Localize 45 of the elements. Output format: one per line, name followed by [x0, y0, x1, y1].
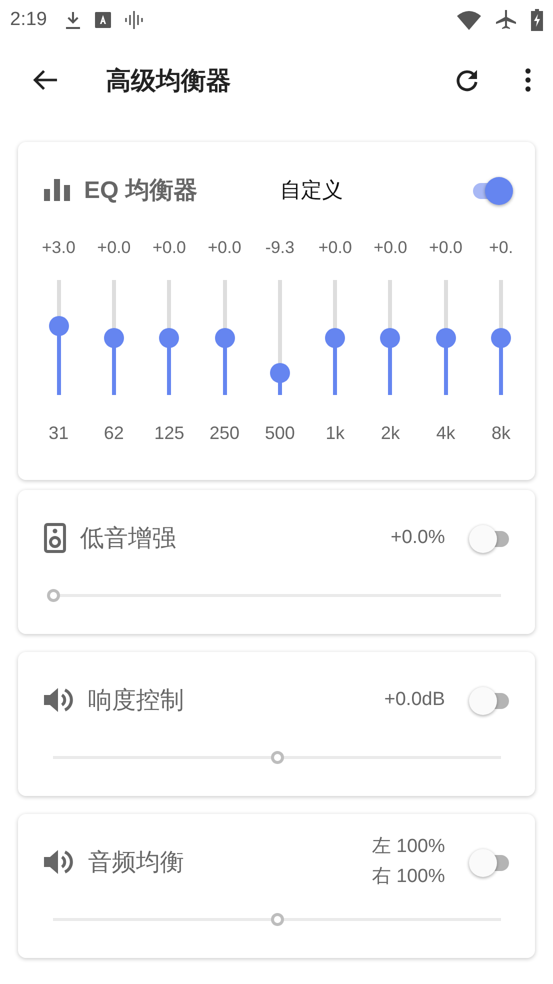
download-icon [64, 11, 81, 29]
wifi-icon [457, 10, 481, 30]
value-label: +0.0% [390, 526, 445, 550]
band-frequency: 1k [326, 423, 345, 444]
card-title: 响度控制 [88, 686, 185, 716]
band-value: -9.3 [265, 238, 294, 259]
band-value: +3.0 [42, 238, 76, 259]
card-title: 低音增强 [80, 524, 177, 554]
volume-icon [44, 849, 74, 875]
toggle-switch[interactable] [469, 685, 509, 715]
speaker-icon [44, 523, 66, 553]
airplane-icon [495, 9, 517, 31]
band-frequency: 8k [492, 423, 511, 444]
band-value: +0.0 [152, 238, 186, 259]
band-value: +0.0 [97, 238, 131, 259]
band-value: +0.0 [208, 238, 242, 259]
back-arrow-icon [32, 69, 58, 91]
band-frequency: 62 [104, 423, 124, 444]
more-icon [525, 68, 531, 92]
band-frequency: 4k [436, 423, 456, 444]
band-frequency: 500 [264, 423, 295, 444]
band-frequency: 31 [48, 423, 69, 444]
card-title: EQ 均衡器 [84, 176, 198, 206]
preset-label: 自定义 [280, 178, 344, 204]
value-label: 右 100% [372, 865, 445, 889]
band-frequency: 2k [380, 423, 400, 444]
battery-icon [531, 9, 543, 31]
band-value: +0. [488, 238, 514, 259]
value-label: +0.0dB [384, 688, 445, 712]
toggle-switch[interactable] [469, 523, 509, 553]
text-icon [94, 12, 111, 28]
band-value: +0.0 [374, 238, 408, 259]
band-frequency: 125 [154, 423, 184, 444]
band-frequency: 250 [210, 423, 240, 444]
toggle-switch[interactable] [469, 847, 509, 877]
status-time: 2:19 [10, 9, 47, 31]
band-value: +0.0 [318, 238, 352, 259]
value-label: 左 100% [372, 835, 445, 859]
waveform-icon [124, 10, 145, 30]
band-value: +0.0 [428, 238, 462, 259]
card-title: 音频均衡 [88, 848, 185, 878]
bar-chart-icon [44, 179, 70, 201]
refresh-icon [455, 68, 479, 92]
volume-icon [44, 687, 74, 713]
page-title: 高级均衡器 [106, 66, 232, 96]
